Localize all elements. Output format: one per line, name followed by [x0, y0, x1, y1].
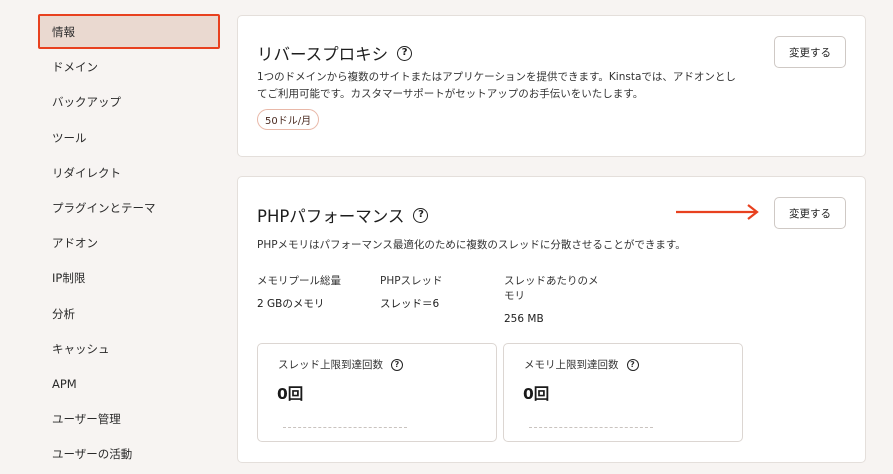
- sidebar-item-label: ドメイン: [52, 59, 98, 74]
- memory-limit-metric-label-text: メモリ上限到達回数: [524, 359, 619, 371]
- reverse-proxy-change-button[interactable]: 変更する: [774, 36, 846, 68]
- sidebar-item-label: バックアップ: [52, 94, 121, 109]
- memory-pool-value: 2 GBのメモリ: [257, 298, 325, 310]
- php-performance-description: PHPメモリはパフォーマンス最適化のために複数のスレッドに分散させることができま…: [257, 239, 686, 251]
- sidebar-item-label: 分析: [52, 306, 75, 321]
- thread-limit-metric-label-text: スレッド上限到達回数: [278, 359, 383, 371]
- php-threads-label: PHPスレッド: [380, 275, 443, 287]
- arrow-right-icon: [676, 204, 759, 220]
- sidebar-item-caching[interactable]: キャッシュ: [38, 331, 220, 366]
- sidebar-item-label: ツール: [52, 130, 87, 145]
- sparkline-placeholder: [283, 427, 407, 428]
- sidebar-item-plugins-themes[interactable]: プラグインとテーマ: [38, 190, 220, 225]
- reverse-proxy-title: リバースプロキシ ?: [257, 41, 413, 65]
- sidebar-item-tools[interactable]: ツール: [38, 120, 220, 155]
- memory-per-thread-label-line2: モリ: [504, 290, 525, 302]
- sidebar-item-user-activity[interactable]: ユーザーの活動: [38, 436, 220, 471]
- memory-limit-metric-label: メモリ上限到達回数 ?: [524, 357, 639, 372]
- php-performance-change-button[interactable]: 変更する: [774, 197, 846, 229]
- php-performance-title: PHPパフォーマンス ?: [257, 203, 429, 227]
- reverse-proxy-description-line1: 1つのドメインから複数のサイトまたはアプリケーションを提供できます。Kinsta…: [257, 71, 736, 83]
- sidebar: 情報 ドメイン バックアップ ツール リダイレクト プラグインとテーマ アドオン…: [0, 0, 226, 474]
- sidebar-item-label: APM: [52, 376, 77, 391]
- sidebar-item-user-management[interactable]: ユーザー管理: [38, 401, 220, 436]
- php-performance-card: PHPパフォーマンス ? 変更する PHPメモリはパフォーマンス最適化のために複…: [237, 176, 866, 463]
- price-badge: 50ドル/月: [257, 109, 320, 130]
- memory-pool-label: メモリプール総量: [257, 275, 341, 287]
- thread-limit-metric-value: 0回: [277, 385, 304, 403]
- sidebar-item-addons[interactable]: アドオン: [38, 225, 220, 260]
- sidebar-item-label: ユーザー管理: [52, 411, 121, 426]
- thread-limit-metric-label: スレッド上限到達回数 ?: [278, 357, 403, 372]
- reverse-proxy-card: リバースプロキシ ? 変更する 1つのドメインから複数のサイトまたはアプリケーシ…: [237, 15, 866, 157]
- sidebar-item-label: ユーザーの活動: [52, 446, 133, 461]
- memory-per-thread-value: 256 MB: [504, 313, 544, 325]
- php-threads-value: スレッド＝6: [380, 298, 440, 310]
- help-icon[interactable]: ?: [626, 358, 639, 371]
- sidebar-item-label: リダイレクト: [52, 165, 121, 180]
- sidebar-item-label: 情報: [52, 24, 75, 39]
- memory-limit-metric-value: 0回: [523, 385, 550, 403]
- sidebar-item-backups[interactable]: バックアップ: [38, 84, 220, 119]
- memory-limit-metric-box: メモリ上限到達回数 ? 0回: [503, 343, 743, 442]
- sidebar-item-analytics[interactable]: 分析: [38, 296, 220, 331]
- sparkline-placeholder: [529, 427, 653, 428]
- php-performance-title-text: PHPパフォーマンス: [257, 207, 405, 226]
- reverse-proxy-description-line2: てご利用可能です。カスタマーサポートがセットアップのお手伝いをいたします。: [257, 88, 644, 100]
- sidebar-item-info[interactable]: 情報: [38, 14, 220, 49]
- sidebar-item-label: IP制限: [52, 270, 86, 285]
- sidebar-item-label: プラグインとテーマ: [52, 200, 156, 215]
- help-icon[interactable]: ?: [397, 45, 413, 61]
- reverse-proxy-description: 1つのドメインから複数のサイトまたはアプリケーションを提供できます。Kinsta…: [257, 69, 736, 103]
- sidebar-item-label: アドオン: [52, 235, 98, 250]
- sidebar-item-redirects[interactable]: リダイレクト: [38, 155, 220, 190]
- sidebar-item-domains[interactable]: ドメイン: [38, 49, 220, 84]
- sidebar-item-ip-deny[interactable]: IP制限: [38, 260, 220, 295]
- help-icon[interactable]: ?: [391, 358, 403, 371]
- sidebar-item-label: キャッシュ: [52, 341, 110, 356]
- reverse-proxy-title-text: リバースプロキシ: [257, 45, 389, 64]
- sidebar-item-apm[interactable]: APM: [38, 366, 220, 401]
- thread-limit-metric-box: スレッド上限到達回数 ? 0回: [257, 343, 497, 442]
- help-icon[interactable]: ?: [413, 207, 429, 223]
- memory-per-thread-label-line1: スレッドあたりのメ: [504, 275, 599, 287]
- memory-per-thread-label: スレッドあたりのメ モリ: [504, 274, 599, 304]
